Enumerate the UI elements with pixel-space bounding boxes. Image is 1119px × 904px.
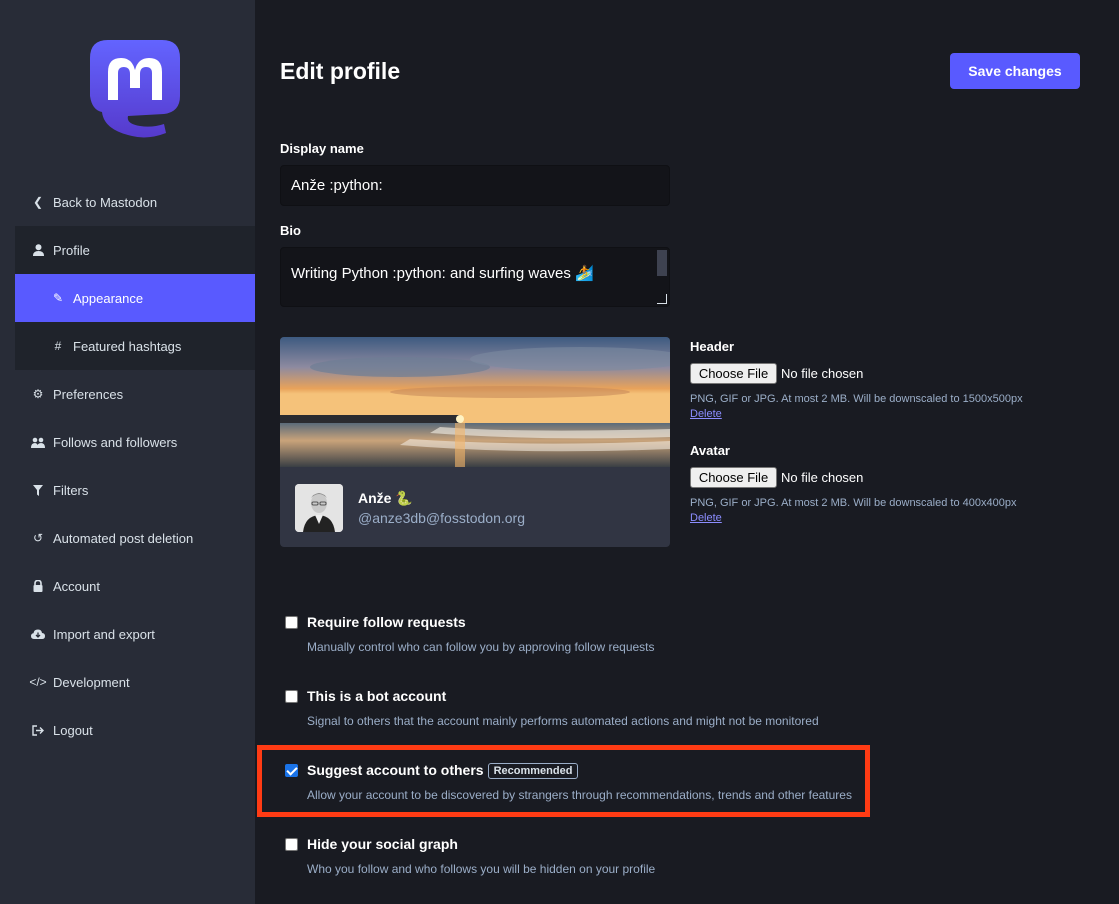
header-hint: PNG, GIF or JPG. At most 2 MB. Will be d… [690,393,1023,405]
save-changes-button[interactable]: Save changes [950,53,1080,89]
bio-textarea[interactable]: Writing Python :python: and surfing wave… [280,247,670,307]
option-hint: Signal to others that the account mainly… [307,714,819,728]
sidebar-item-label: Appearance [73,290,144,306]
sidebar-item-account[interactable]: Account [15,562,255,610]
option-hint: Manually control who can follow you by a… [307,640,655,654]
pencil-icon: ✎ [52,291,64,305]
sidebar-item-label: Account [53,578,100,594]
sidebar-item-import-export[interactable]: Import and export [15,610,255,658]
preview-display-name: Anže 🐍 [358,490,413,506]
display-name-label: Display name [280,141,364,156]
header-choose-file-button[interactable]: Choose File [690,363,777,384]
sidebar-item-label: Profile [53,242,90,258]
avatar-choose-file-button[interactable]: Choose File [690,467,777,488]
display-name-input[interactable] [280,165,670,206]
resize-handle-icon[interactable] [657,294,667,304]
avatar-hint: PNG, GIF or JPG. At most 2 MB. Will be d… [690,497,1017,509]
require-follow-requests-checkbox[interactable] [285,616,298,629]
gear-icon: ⚙ [32,387,44,401]
bio-scrollbar[interactable] [657,250,667,276]
option-hint: Who you follow and who follows you will … [307,862,656,876]
avatar-delete-link[interactable]: Delete [690,512,1016,524]
header-upload: Header Choose File No file chosen PNG, G… [690,339,1023,420]
sidebar-nav: ❮ Back to Mastodon Profile ✎ Appearance … [15,178,255,754]
option-title: This is a bot account [307,688,447,704]
sidebar-item-label: Development [53,674,130,690]
bio-text: Writing Python :python: and surfing wave… [291,265,594,282]
mastodon-logo[interactable] [88,38,182,138]
bot-account-checkbox[interactable] [285,690,298,703]
sidebar-item-development[interactable]: </> Development [15,658,255,706]
option-title: Hide your social graph [307,836,458,852]
sidebar-item-label: Preferences [53,386,124,402]
header-image [280,337,670,467]
sidebar-item-profile[interactable]: Profile [15,226,255,274]
sidebar-item-label: Featured hashtags [73,338,182,354]
lock-icon [31,580,45,592]
sidebar-item-preferences[interactable]: ⚙ Preferences [15,370,255,418]
header-delete-link[interactable]: Delete [690,408,1023,420]
avatar [295,484,343,532]
filter-icon [31,484,45,496]
sidebar-item-filters[interactable]: Filters [15,466,255,514]
preview-handle: @anze3db@fosstodon.org [358,510,525,526]
hide-social-graph-checkbox[interactable] [285,838,298,851]
sidebar-item-automated-deletion[interactable]: ↺ Automated post deletion [15,514,255,562]
sidebar-item-label: Automated post deletion [53,530,194,546]
avatar-file-status: No file chosen [781,470,864,485]
bio-label: Bio [280,223,301,238]
header-file-status: No file chosen [781,366,864,381]
page-title: Edit profile [280,58,401,84]
sidebar-item-label: Logout [53,722,93,738]
cloud-download-icon [31,629,45,640]
sidebar-item-label: Follows and followers [53,434,178,450]
option-title: Require follow requests [307,614,466,630]
sidebar-item-appearance[interactable]: ✎ Appearance [15,274,255,322]
sidebar-item-label: Filters [53,482,89,498]
avatar-upload: Avatar Choose File No file chosen PNG, G… [690,443,1016,524]
users-icon [31,437,45,448]
user-icon [31,244,45,256]
sidebar-item-follows[interactable]: Follows and followers [15,418,255,466]
avatar-label: Avatar [690,443,730,458]
sidebar-item-logout[interactable]: Logout [15,706,255,754]
chevron-left-icon: ❮ [32,195,44,209]
header-label: Header [690,339,735,354]
sidebar-item-label: Import and export [53,626,155,642]
sidebar-item-featured-hashtags[interactable]: # Featured hashtags [15,322,255,370]
history-icon: ↺ [32,531,44,545]
sidebar-item-label: Back to Mastodon [53,194,158,210]
profile-preview-card: Anže 🐍 @anze3db@fosstodon.org [280,337,670,547]
hashtag-icon: # [54,339,62,353]
code-icon: </> [29,675,47,689]
highlight-annotation [257,745,870,817]
sidebar-item-back[interactable]: ❮ Back to Mastodon [15,178,255,226]
sidebar: ❮ Back to Mastodon Profile ✎ Appearance … [0,0,255,904]
sign-out-icon [31,724,45,736]
